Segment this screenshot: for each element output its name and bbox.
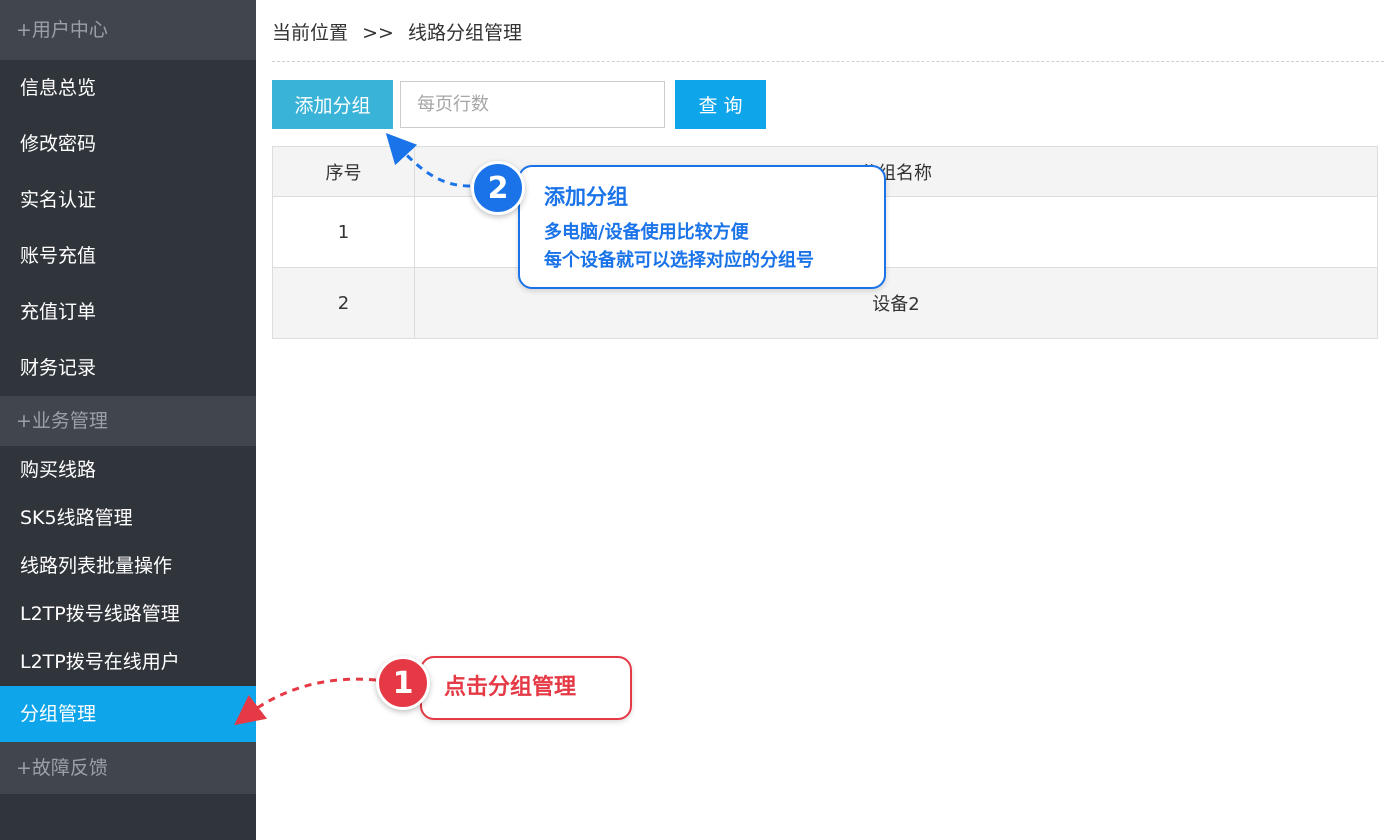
sidebar-item-finance-records[interactable]: 财务记录 [0, 340, 256, 396]
add-group-button[interactable]: 添加分组 [272, 80, 393, 129]
cell-index: 1 [272, 196, 415, 268]
step2-title: 添加分组 [544, 185, 628, 209]
cell-index: 2 [272, 267, 415, 339]
header-divider [272, 61, 1384, 62]
query-button[interactable]: 查询 [675, 80, 766, 129]
sidebar-item-l2tp-online-users[interactable]: L2TP拨号在线用户 [0, 638, 256, 686]
sidebar-item-batch-operations[interactable]: 线路列表批量操作 [0, 542, 256, 590]
sidebar: +用户中心 信息总览 修改密码 实名认证 账号充值 充值订单 财务记录 +业务管… [0, 0, 256, 840]
sidebar-item-sk5-lines[interactable]: SK5线路管理 [0, 494, 256, 542]
sidebar-item-account-recharge[interactable]: 账号充值 [0, 228, 256, 284]
sidebar-group-user-center[interactable]: +用户中心 [0, 0, 256, 60]
step2-callout: 添加分组 多电脑/设备使用比较方便 每个设备就可以选择对应的分组号 [518, 165, 886, 289]
column-header-index: 序号 [272, 146, 415, 197]
rows-per-page-input[interactable] [400, 81, 665, 128]
sidebar-item-change-password[interactable]: 修改密码 [0, 116, 256, 172]
sidebar-item-recharge-orders[interactable]: 充值订单 [0, 284, 256, 340]
breadcrumb-prefix: 当前位置 [272, 22, 349, 44]
sidebar-group-business[interactable]: +业务管理 [0, 396, 256, 446]
sidebar-item-buy-lines[interactable]: 购买线路 [0, 446, 256, 494]
sidebar-item-info-overview[interactable]: 信息总览 [0, 60, 256, 116]
step2-line-1: 多电脑/设备使用比较方便 [544, 222, 749, 243]
step1-callout: 点击分组管理 [420, 656, 632, 720]
sidebar-item-l2tp-lines[interactable]: L2TP拨号线路管理 [0, 590, 256, 638]
step1-badge: 1 [376, 656, 430, 710]
sidebar-group-fault-feedback[interactable]: +故障反馈 [0, 742, 256, 794]
sidebar-item-group-management[interactable]: 分组管理 [0, 686, 256, 742]
step2-line-2: 每个设备就可以选择对应的分组号 [544, 250, 814, 271]
step2-badge: 2 [471, 161, 525, 215]
breadcrumb: 当前位置 >> 线路分组管理 [272, 18, 522, 45]
sidebar-item-real-name-auth[interactable]: 实名认证 [0, 172, 256, 228]
breadcrumb-current: 线路分组管理 [407, 22, 522, 44]
step1-text: 点击分组管理 [444, 675, 577, 700]
breadcrumb-separator: >> [362, 22, 394, 44]
